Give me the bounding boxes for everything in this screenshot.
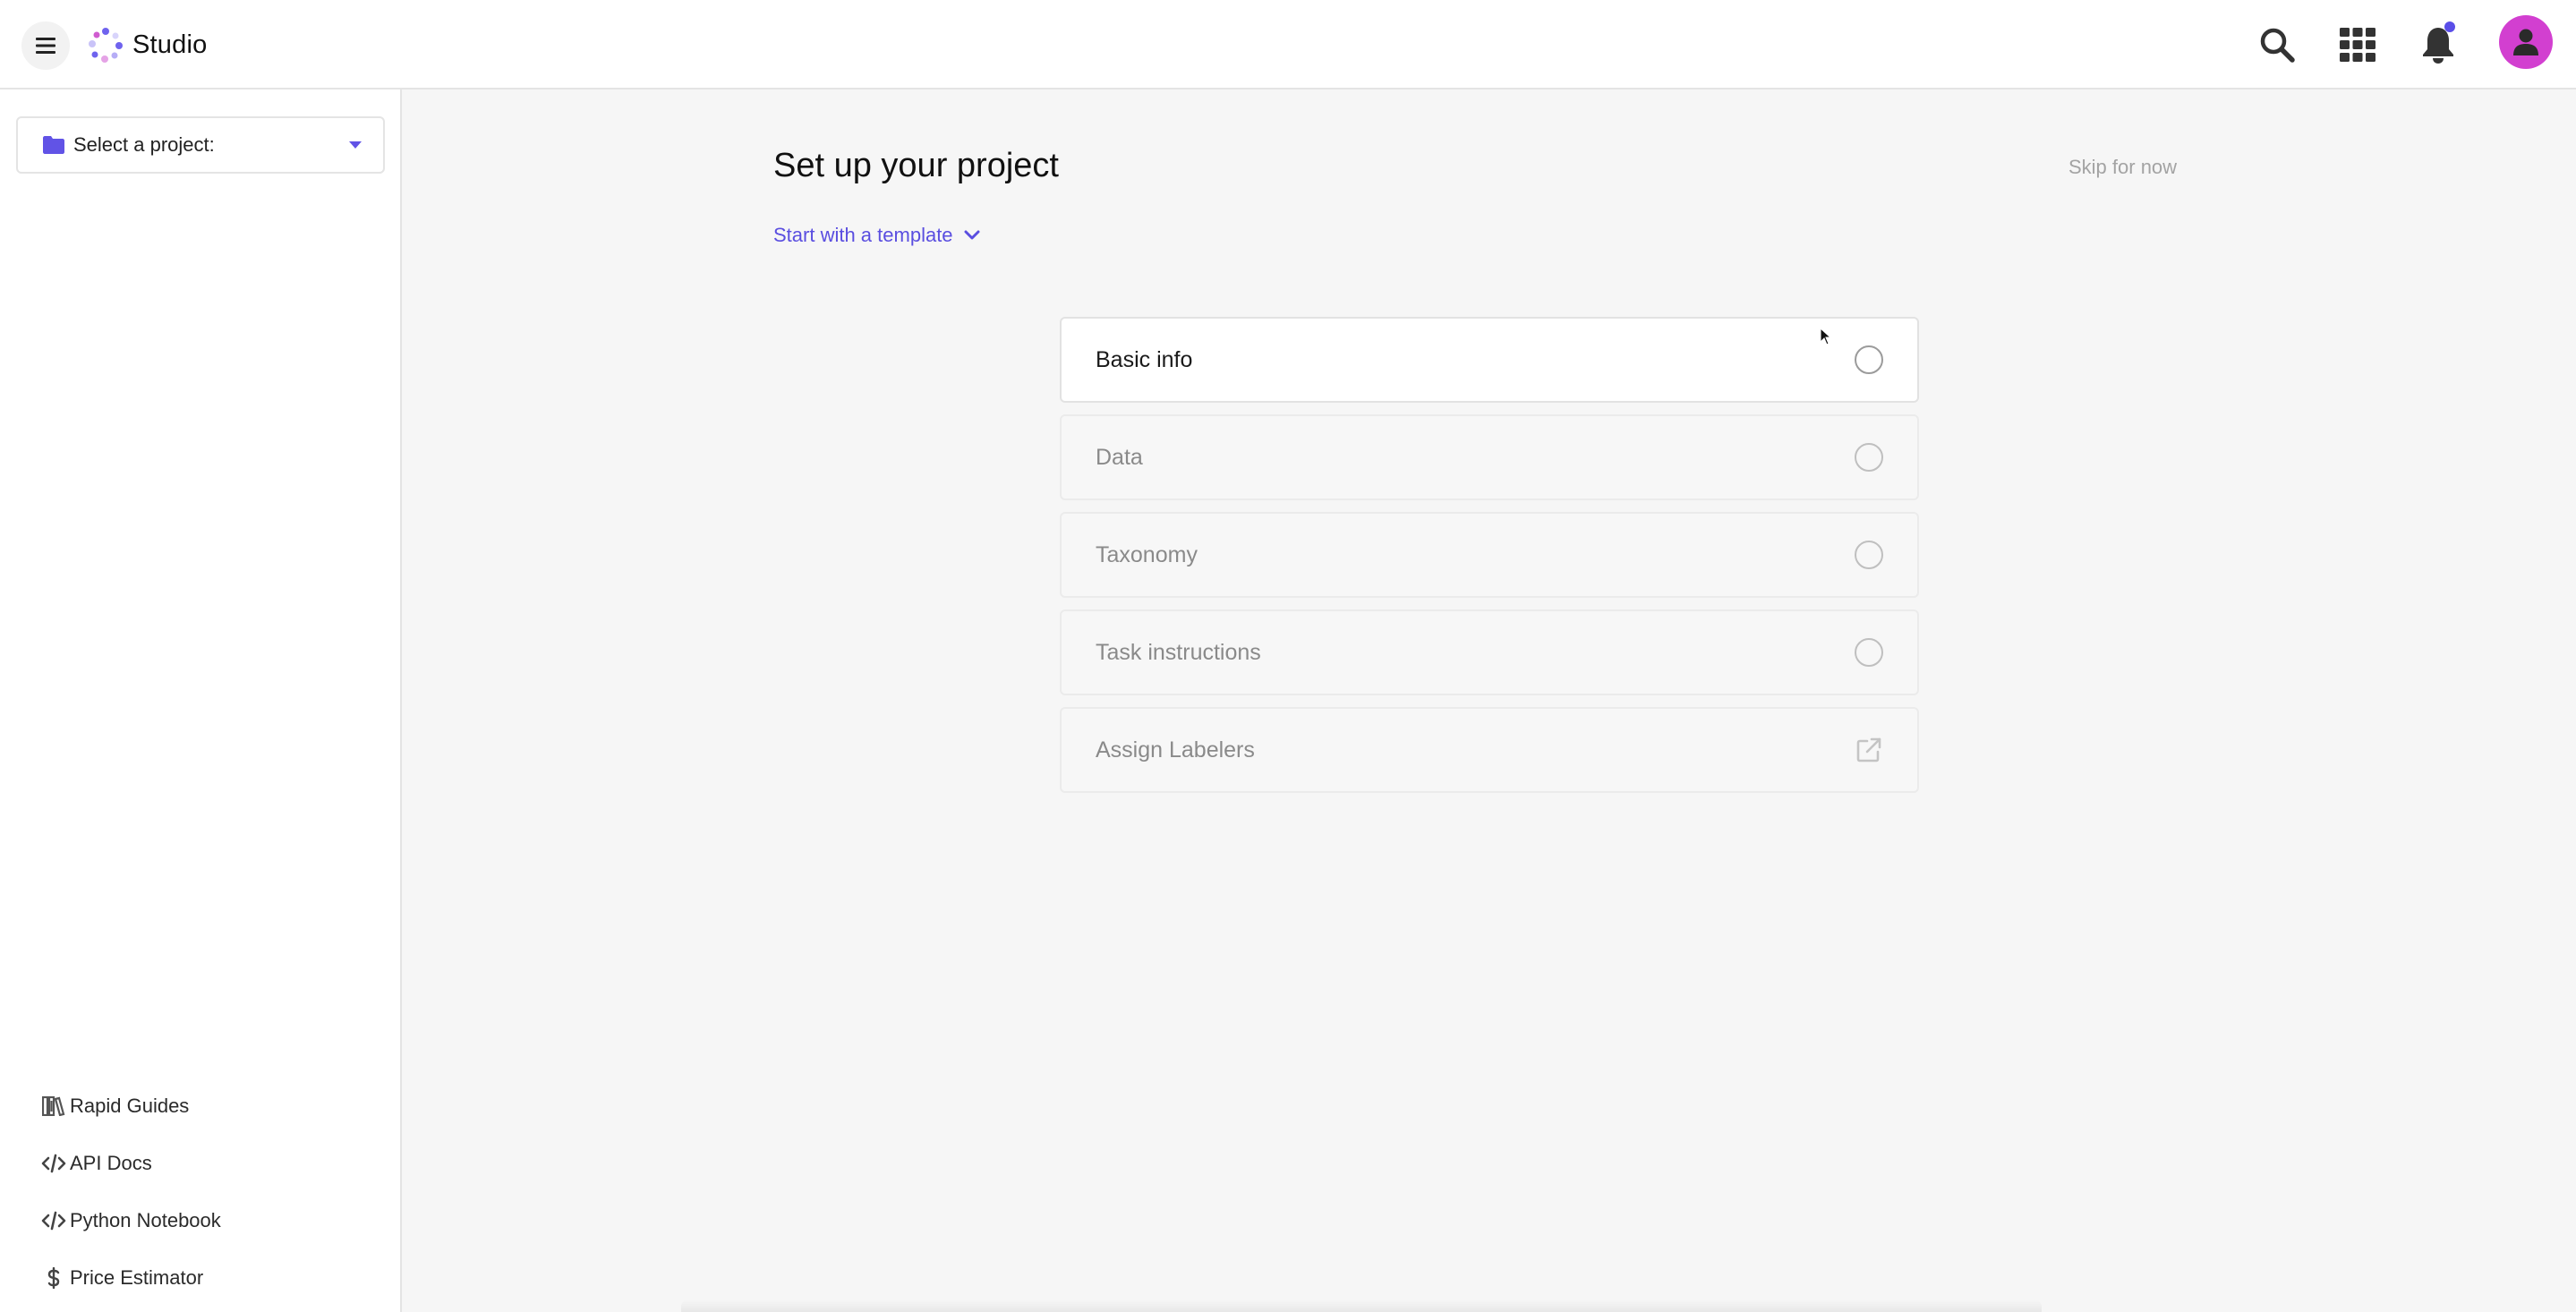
user-avatar-icon	[2513, 29, 2538, 55]
studio-logo	[89, 28, 123, 63]
code-icon	[39, 1211, 68, 1231]
sidebar-link-label: Rapid Guides	[70, 1095, 190, 1117]
folder-icon	[43, 136, 64, 154]
step-assign-labelers[interactable]: Assign Labelers	[1060, 707, 1919, 793]
radio-circle-icon[interactable]	[1855, 541, 1883, 569]
hamburger-icon	[36, 38, 55, 54]
sidebar-link-label: API Docs	[70, 1152, 152, 1174]
sidebar-link-rapid-guides[interactable]: Rapid Guides	[39, 1078, 388, 1135]
radio-circle-icon[interactable]	[1855, 443, 1883, 472]
top-bar: Studio	[0, 0, 2576, 89]
step-label: Taxonomy	[1096, 541, 1198, 567]
notification-badge	[2444, 21, 2455, 32]
radio-circle-icon[interactable]	[1855, 638, 1883, 667]
books-icon	[39, 1096, 68, 1116]
project-select-label: Select a project:	[73, 133, 215, 156]
step-task-instructions[interactable]: Task instructions	[1060, 609, 1919, 695]
sidebar-links: Rapid Guides API Docs Python Notebook Pr…	[39, 1078, 388, 1307]
user-avatar-button[interactable]	[2499, 15, 2553, 69]
skip-for-now-link[interactable]: Skip for now	[2068, 156, 2177, 179]
sidebar-link-price-estimator[interactable]: Price Estimator	[39, 1249, 388, 1307]
project-select-dropdown[interactable]: Select a project:	[16, 116, 385, 174]
sidebar-link-label: Python Notebook	[70, 1209, 221, 1231]
radio-circle-icon[interactable]	[1855, 345, 1883, 374]
step-taxonomy[interactable]: Taxonomy	[1060, 512, 1919, 598]
dollar-icon	[39, 1267, 68, 1289]
hamburger-menu-button[interactable]	[21, 21, 70, 70]
setup-steps-list: Basic info Data Taxonomy Task instructio…	[1060, 317, 1919, 805]
main-content: Set up your project Skip for now Start w…	[404, 91, 2576, 1312]
code-icon	[39, 1154, 68, 1173]
start-with-template-dropdown[interactable]: Start with a template	[773, 224, 980, 247]
step-label: Basic info	[1096, 346, 1193, 372]
app-name: Studio	[132, 30, 208, 59]
notifications-button[interactable]	[2413, 20, 2463, 70]
sidebar: Select a project: Rapid Guides API Docs …	[0, 89, 402, 1312]
brand[interactable]: Studio	[88, 23, 207, 66]
chevron-down-icon	[349, 141, 362, 149]
template-link-label: Start with a template	[773, 224, 953, 246]
step-label: Task instructions	[1096, 639, 1261, 665]
sidebar-link-api-docs[interactable]: API Docs	[39, 1135, 388, 1192]
step-label: Data	[1096, 444, 1143, 470]
chevron-down-icon	[964, 230, 980, 240]
sidebar-link-python-notebook[interactable]: Python Notebook	[39, 1192, 388, 1249]
search-button[interactable]	[2252, 20, 2302, 70]
page-title: Set up your project	[773, 147, 1059, 184]
sidebar-link-label: Price Estimator	[70, 1266, 204, 1289]
external-link-icon[interactable]	[1855, 736, 1883, 764]
step-label: Assign Labelers	[1096, 737, 1255, 762]
bottom-panel-shadow	[681, 1299, 2042, 1312]
step-basic-info[interactable]: Basic info	[1060, 317, 1919, 403]
apps-grid-button[interactable]	[2333, 20, 2383, 70]
step-data[interactable]: Data	[1060, 414, 1919, 500]
apps-grid-icon	[2340, 28, 2376, 62]
mouse-cursor-icon	[1820, 328, 1832, 345]
search-icon	[2260, 28, 2295, 63]
